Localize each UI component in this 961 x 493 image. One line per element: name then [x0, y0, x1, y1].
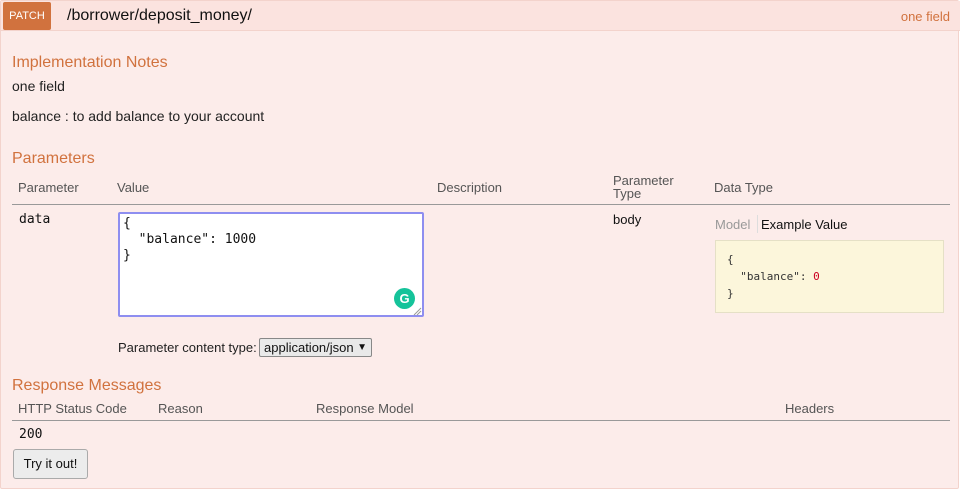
responses-header-divider	[12, 420, 950, 421]
parameters-heading: Parameters	[12, 150, 95, 167]
response-messages-heading: Response Messages	[12, 377, 162, 394]
col-parameter-type: Parameter Type	[613, 174, 674, 200]
operation-header[interactable]: PATCH /borrower/deposit_money/ one field	[1, 1, 960, 31]
col-response-model: Response Model	[316, 401, 414, 416]
example-open-brace: {	[727, 253, 734, 266]
operation-panel: PATCH /borrower/deposit_money/ one field…	[0, 0, 960, 489]
tab-example-value[interactable]: Example Value	[761, 217, 847, 232]
grammarly-icon[interactable]: G	[394, 288, 415, 309]
example-key: "balance":	[727, 270, 814, 283]
col-description: Description	[437, 180, 503, 195]
example-close-brace: }	[727, 287, 734, 300]
example-value-box[interactable]: { "balance": 0 }	[715, 240, 944, 313]
http-method-badge[interactable]: PATCH	[3, 2, 51, 30]
col-reason: Reason	[158, 401, 203, 416]
col-parameter-type-line2: Type	[613, 186, 642, 201]
col-parameter: Parameter	[18, 180, 79, 195]
implementation-notes-description: balance : to add balance to your account	[12, 108, 265, 124]
tab-model[interactable]: Model	[715, 217, 750, 232]
param-value-textarea[interactable]: { "balance": 1000 }	[118, 212, 424, 317]
content-type-select[interactable]: application/json ▼	[259, 338, 372, 357]
operation-summary[interactable]: one field	[901, 9, 950, 24]
param-type-value: body	[613, 212, 642, 227]
implementation-notes-line: one field	[12, 78, 65, 94]
example-number: 0	[813, 270, 820, 283]
content-type-label: Parameter content type:	[118, 340, 257, 355]
col-data-type: Data Type	[714, 180, 774, 195]
implementation-notes-heading: Implementation Notes	[12, 54, 168, 71]
parameters-header-divider	[12, 204, 950, 205]
col-headers: Headers	[785, 401, 835, 416]
endpoint-path[interactable]: /borrower/deposit_money/	[67, 7, 252, 25]
tab-divider	[757, 215, 758, 233]
response-status-code: 200	[19, 427, 43, 442]
try-it-out-button[interactable]: Try it out!	[13, 449, 88, 479]
col-value: Value	[117, 180, 150, 195]
resize-handle-icon[interactable]	[413, 307, 422, 316]
param-name: data	[19, 212, 51, 227]
content-type-value: application/json	[264, 340, 354, 355]
col-http-status: HTTP Status Code	[18, 401, 127, 416]
chevron-down-icon: ▼	[357, 342, 367, 353]
